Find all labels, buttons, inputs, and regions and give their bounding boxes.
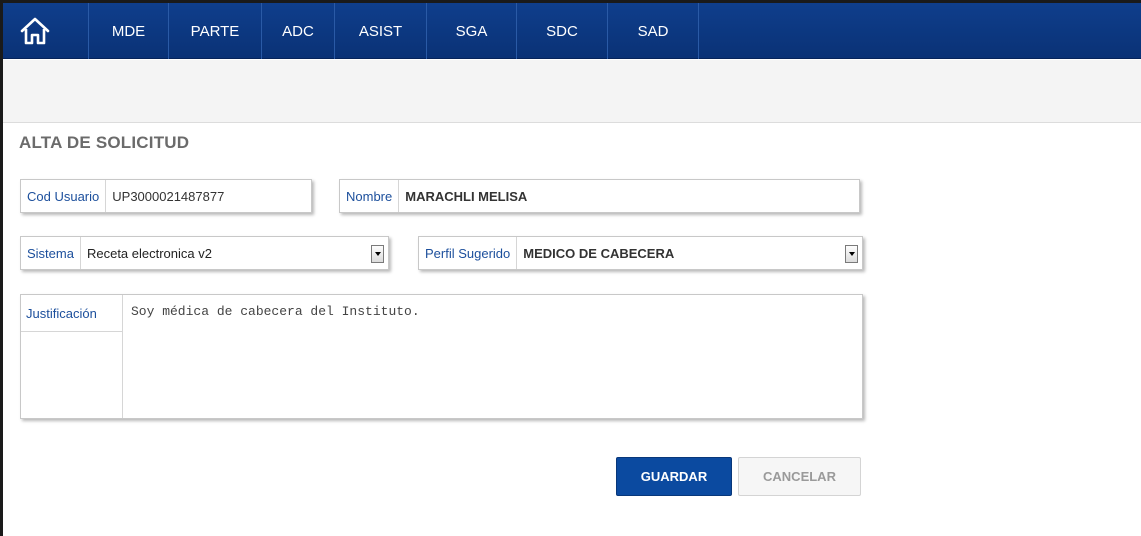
cod-usuario-label: Cod Usuario [21,180,107,212]
sistema-dropdown-button[interactable] [371,245,384,263]
sistema-value: Receta electronica v2 [86,245,212,261]
nav-item-parte[interactable]: PARTE [169,3,262,59]
perfil-sugerido-value: MEDICO DE CABECERA [523,245,675,261]
nav-item-asist[interactable]: ASIST [335,3,427,59]
perfil-sugerido-label: Perfil Sugerido [419,237,518,269]
perfil-sugerido-select[interactable]: Perfil Sugerido MEDICO DE CABECERA [418,236,863,270]
nombre-value: MARACHLI MELISA [405,188,528,204]
justificacion-label-column [21,332,123,418]
sub-toolbar [3,60,1141,123]
home-button[interactable] [3,3,89,59]
nombre-field: Nombre MARACHLI MELISA [339,179,860,213]
perfil-dropdown-button[interactable] [845,245,858,263]
nav-item-sga[interactable]: SGA [427,3,517,59]
nav-item-adc[interactable]: ADC [262,3,335,59]
cod-usuario-field: Cod Usuario UP3000021487877 [20,179,312,213]
justificacion-textarea[interactable]: Justificación Soy médica de cabecera del… [20,294,863,419]
nav-item-mde[interactable]: MDE [89,3,169,59]
cancelar-button[interactable]: CANCELAR [738,457,861,496]
cod-usuario-value: UP3000021487877 [112,188,225,204]
sistema-select[interactable]: Sistema Receta electronica v2 [20,236,389,270]
justificacion-text: Soy médica de cabecera del Instituto. [131,304,420,319]
justificacion-label: Justificación [21,295,123,332]
sistema-label: Sistema [21,237,81,269]
top-navbar: MDE PARTE ADC ASIST SGA SDC SAD [3,3,1141,59]
page-title: ALTA DE SOLICITUD [19,133,190,152]
chevron-down-icon [848,252,855,256]
nav-item-sad[interactable]: SAD [608,3,699,59]
home-icon [20,17,50,45]
chevron-down-icon [374,252,381,256]
nombre-label: Nombre [340,180,400,212]
guardar-button[interactable]: GUARDAR [616,457,732,496]
nav-item-sdc[interactable]: SDC [517,3,608,59]
